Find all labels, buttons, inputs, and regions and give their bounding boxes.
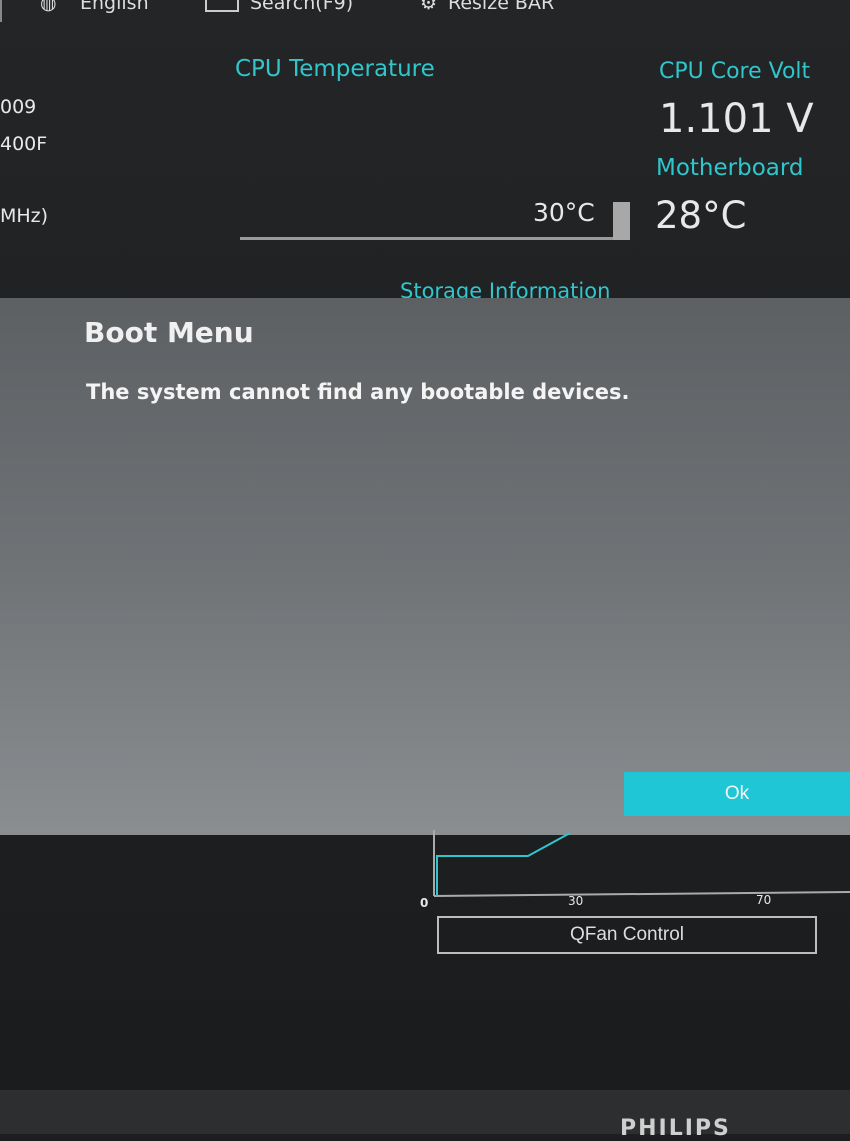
- cpu-temperature-value: 30°C: [533, 198, 595, 227]
- top-toolbar: ◍ English Search(F9) ⚙ Resize BAR: [0, 0, 850, 16]
- fan-chart-x-axis: [433, 891, 850, 897]
- dialog-message: The system cannot find any bootable devi…: [86, 380, 630, 404]
- motherboard-temp-value: 28°C: [655, 194, 747, 237]
- left-info-2: 400F: [0, 133, 48, 155]
- dialog-title: Boot Menu: [84, 316, 254, 349]
- cpu-temperature-bar: [240, 237, 630, 240]
- fan-chart-tick-30: 30: [568, 894, 584, 908]
- bios-screen: ◍ English Search(F9) ⚙ Resize BAR 009 40…: [0, 0, 850, 1090]
- cpu-core-voltage-value: 1.101 V: [659, 96, 814, 142]
- cpu-core-voltage-label: CPU Core Volt: [659, 59, 811, 84]
- fan-curve-line: [436, 832, 571, 896]
- search-button[interactable]: Search(F9): [250, 0, 353, 14]
- fan-chart-tick-70: 70: [756, 893, 772, 907]
- left-info-1: 009: [0, 96, 37, 118]
- ok-button[interactable]: Ok: [624, 772, 850, 816]
- cpu-temperature-marker: [613, 202, 630, 240]
- left-info-3: MHz): [0, 205, 49, 227]
- boot-menu-dialog: Boot Menu The system cannot find any boo…: [0, 298, 850, 835]
- fan-chart-tick-0: 0: [420, 896, 429, 910]
- motherboard-temp-label: Motherboard: [656, 155, 804, 181]
- divider: [0, 0, 2, 22]
- globe-icon: ◍: [40, 0, 57, 14]
- resize-bar-icon: ⚙: [420, 0, 438, 14]
- cpu-temperature-label: CPU Temperature: [235, 56, 435, 82]
- language-button[interactable]: English: [80, 0, 149, 14]
- monitor-brand-logo: PHILIPS: [620, 1116, 731, 1141]
- search-icon: [205, 0, 239, 12]
- fan-curve-chart: [433, 830, 850, 897]
- resize-bar-button[interactable]: Resize BAR: [448, 0, 554, 14]
- qfan-control-button[interactable]: QFan Control: [437, 916, 817, 954]
